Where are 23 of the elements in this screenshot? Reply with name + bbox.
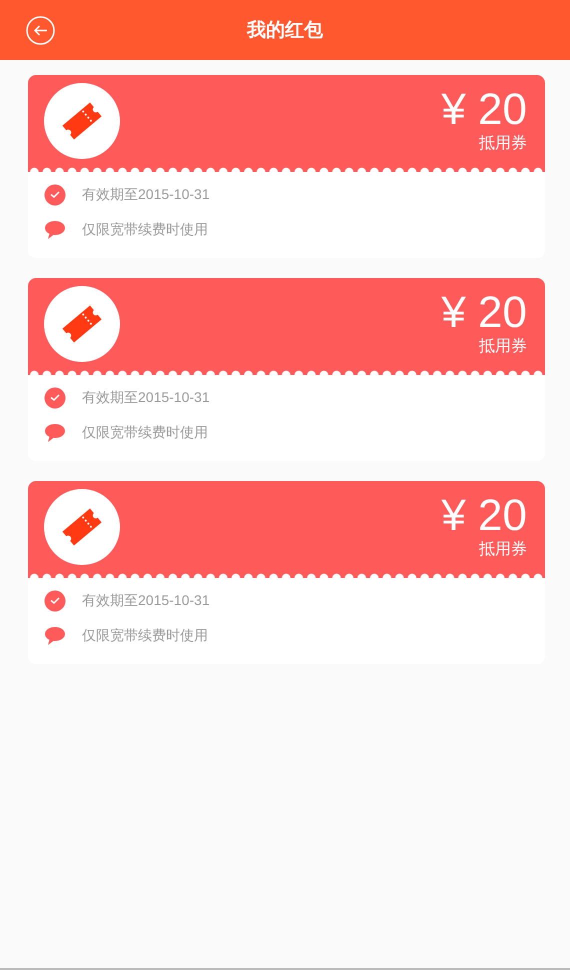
check-icon [44, 184, 66, 206]
coupon-amount: ¥ 20 [441, 87, 527, 133]
check-icon [44, 590, 66, 612]
validity-text: 有效期至2015-10-31 [82, 592, 210, 610]
coupon-card[interactable]: ¥ 20 抵用券 有效期至2015-10-31 仅限宽带续费时使用 [28, 481, 545, 664]
validity-text: 有效期至2015-10-31 [82, 389, 210, 407]
restriction-text: 仅限宽带续费时使用 [82, 627, 208, 645]
coupon-type: 抵用券 [479, 336, 527, 357]
restriction-text: 仅限宽带续费时使用 [82, 424, 208, 442]
coupon-type: 抵用券 [479, 540, 527, 560]
validity-text: 有效期至2015-10-31 [82, 186, 210, 204]
coupon-amount: ¥ 20 [441, 290, 527, 336]
restriction-text: 仅限宽带续费时使用 [82, 221, 208, 239]
chat-bubble-icon [44, 626, 66, 646]
coupon-card[interactable]: ¥ 20 抵用券 有效期至2015-10-31 仅限宽带续费时使用 [28, 278, 545, 461]
page-title: 我的红包 [247, 19, 323, 43]
coupon-type: 抵用券 [479, 134, 527, 154]
coupon-card[interactable]: ¥ 20 抵用券 有效期至2015-10-31 仅限宽带续费时使用 [28, 75, 545, 258]
chat-bubble-icon [44, 423, 66, 443]
chat-bubble-icon [44, 220, 66, 240]
coupon-amount: ¥ 20 [441, 493, 527, 539]
check-icon [44, 387, 66, 409]
back-icon[interactable] [26, 16, 55, 45]
